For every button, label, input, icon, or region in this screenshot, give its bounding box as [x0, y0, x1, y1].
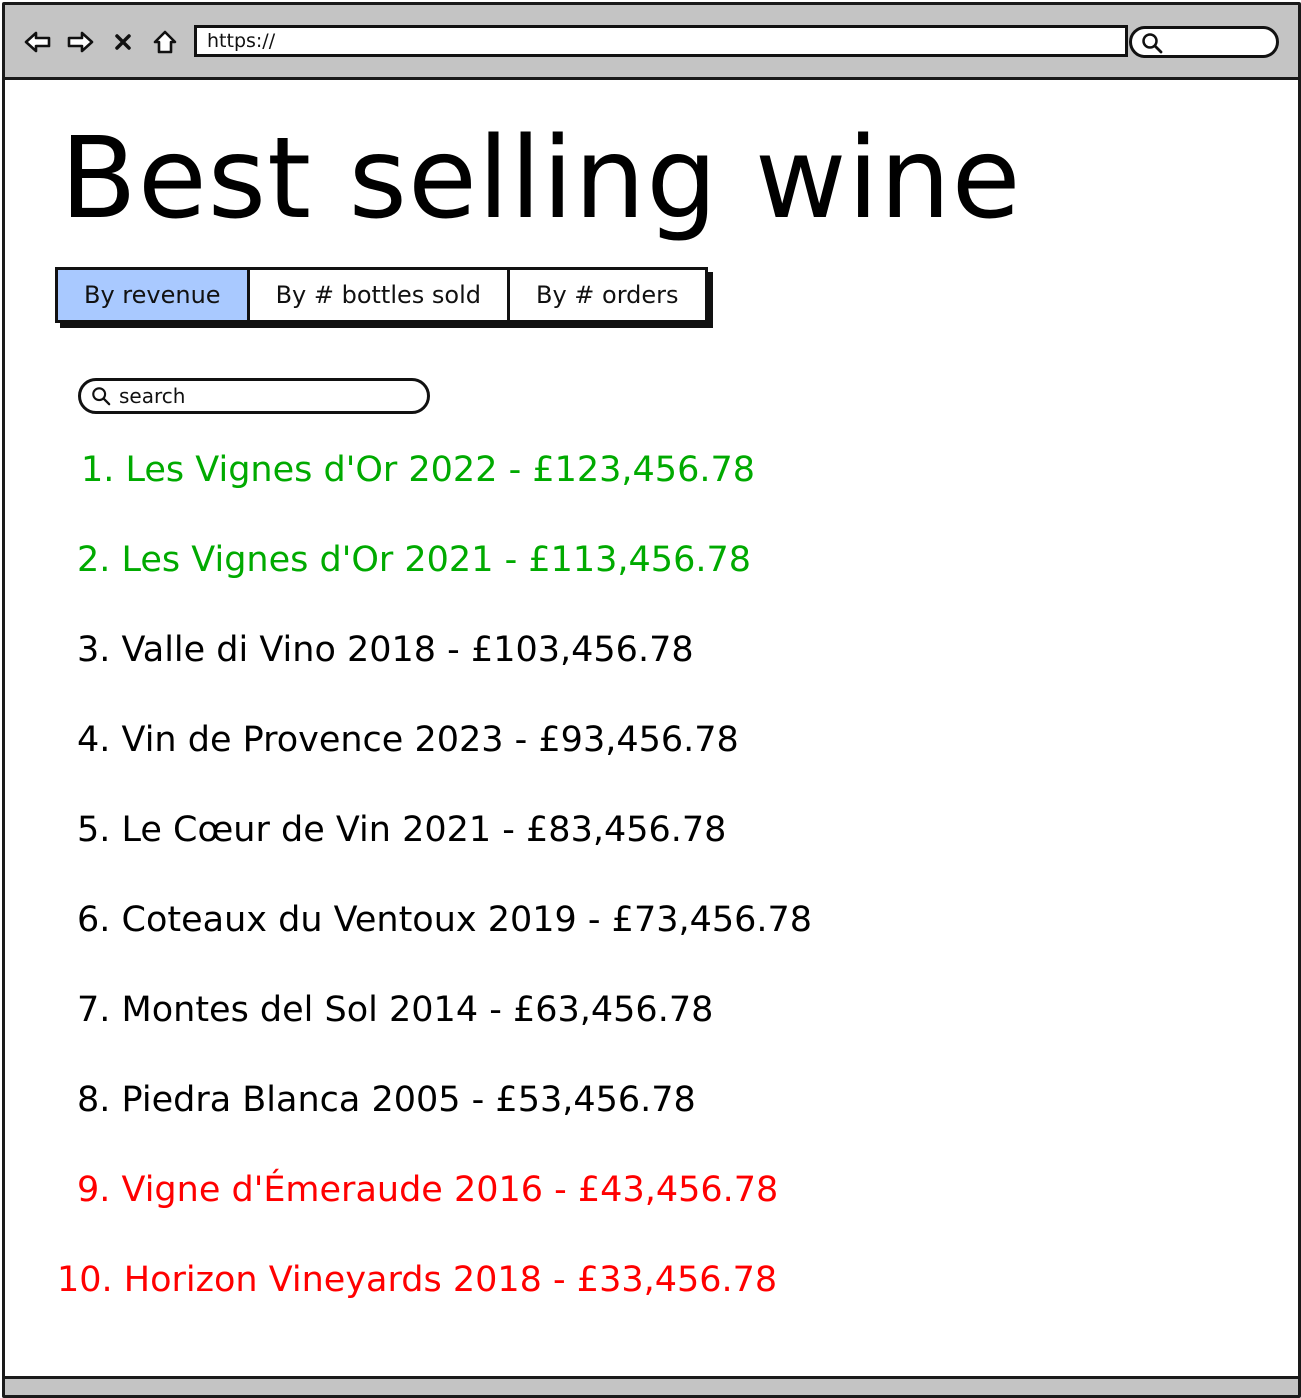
list-item-1[interactable]: 1. Les Vignes d'Or 2022 - £123,456.78 [81, 445, 755, 495]
list-item-4[interactable]: 4. Vin de Provence 2023 - £93,456.78 [77, 715, 739, 765]
search-icon [1142, 33, 1163, 54]
list-item-6[interactable]: 6. Coteaux du Ventoux 2019 - £73,456.78 [77, 895, 812, 945]
list-item-9[interactable]: 9. Vigne d'Émeraude 2016 - £43,456.78 [77, 1165, 778, 1215]
tab-by-bottles-sold[interactable]: By # bottles sold [250, 270, 510, 320]
list-item-3[interactable]: 3. Valle di Vino 2018 - £103,456.78 [77, 625, 694, 675]
tab-by-revenue[interactable]: By revenue [58, 270, 250, 320]
browser-window: https:// Best selling wine By revenue By… [2, 2, 1301, 1398]
status-bar [5, 1376, 1298, 1395]
list-item-2[interactable]: 2. Les Vignes d'Or 2021 - £113,456.78 [77, 535, 751, 585]
list-item-10[interactable]: 10. Horizon Vineyards 2018 - £33,456.78 [57, 1255, 777, 1305]
tab-bar: By revenue By # bottles sold By # orders [55, 267, 708, 323]
browser-search-field[interactable] [1129, 26, 1279, 58]
page-title: Best selling wine [60, 114, 1022, 244]
back-icon[interactable] [23, 27, 53, 57]
search-input[interactable]: search [78, 378, 430, 414]
close-icon[interactable] [108, 27, 138, 57]
url-bar[interactable]: https:// [194, 25, 1128, 57]
list-item-5[interactable]: 5. Le Cœur de Vin 2021 - £83,456.78 [77, 805, 726, 855]
search-placeholder: search [119, 384, 186, 408]
list-item-7[interactable]: 7. Montes del Sol 2014 - £63,456.78 [77, 985, 713, 1035]
list-item-8[interactable]: 8. Piedra Blanca 2005 - £53,456.78 [77, 1075, 696, 1125]
forward-icon[interactable] [65, 27, 95, 57]
tab-by-orders[interactable]: By # orders [510, 270, 705, 320]
search-icon [92, 387, 111, 406]
browser-toolbar: https:// [5, 5, 1298, 80]
home-icon[interactable] [150, 27, 180, 57]
